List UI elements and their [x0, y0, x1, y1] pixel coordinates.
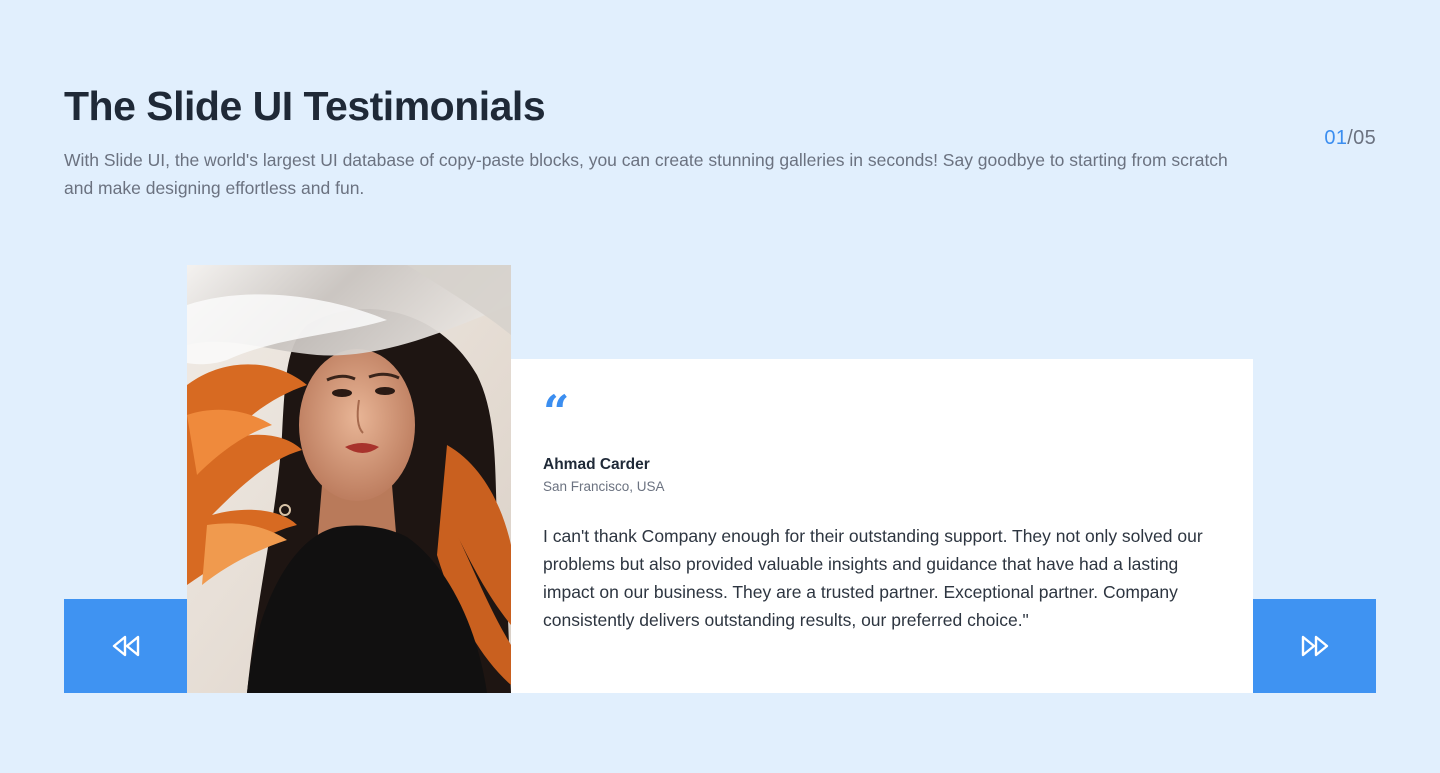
author-location: San Francisco, USA — [543, 479, 665, 494]
rewind-icon — [112, 635, 139, 657]
fast-forward-icon — [1301, 635, 1328, 657]
author-photo — [187, 265, 511, 693]
slide-counter-current: 01 — [1324, 127, 1348, 149]
author-name: Ahmad Carder — [543, 456, 650, 473]
quote-icon: “ — [543, 385, 570, 439]
previous-slide-button[interactable] — [64, 599, 187, 693]
page-subtitle: With Slide UI, the world's largest UI da… — [64, 150, 1228, 198]
testimonial-text: I can't thank Company enough for their o… — [543, 526, 1203, 630]
next-slide-button[interactable] — [1253, 599, 1376, 693]
testimonial-card: “ Ahmad Carder San Francisco, USA I can'… — [511, 359, 1253, 693]
page-title: The Slide UI Testimonials — [64, 83, 546, 129]
slide-counter-total: 05 — [1353, 127, 1376, 149]
slide-counter: 01/05 — [1324, 127, 1376, 150]
